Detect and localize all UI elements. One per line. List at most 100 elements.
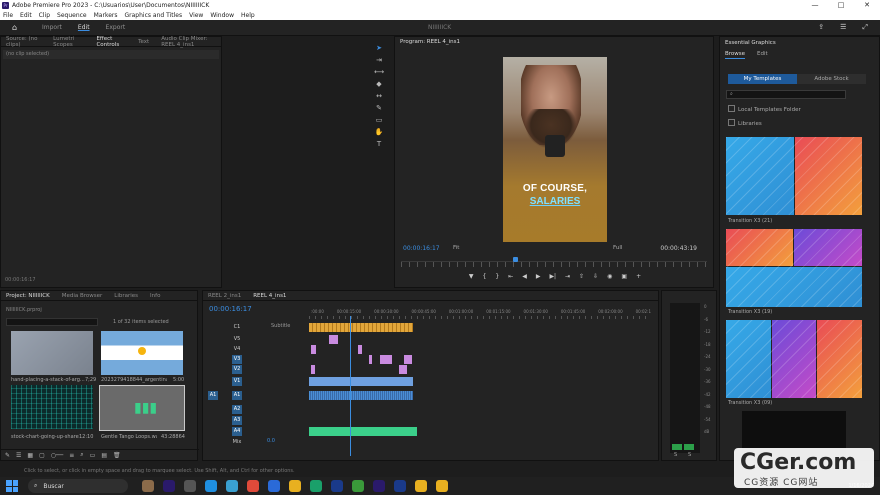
step-forward-icon[interactable]: ▶| <box>549 273 556 280</box>
program-video-frame[interactable]: OF COURSE, SALARIES <box>503 57 607 242</box>
quick-export-icon[interactable]: ⇪ <box>818 23 824 32</box>
new-item-icon[interactable]: ▤ <box>101 452 107 459</box>
write-lock-icon[interactable]: ✎ <box>5 452 10 459</box>
word-icon[interactable] <box>268 480 280 492</box>
tab-source[interactable]: Source: (no clips) <box>6 36 41 48</box>
tab-edit[interactable]: Edit <box>78 24 90 31</box>
video-clip[interactable] <box>358 345 362 354</box>
photoshop-icon[interactable] <box>331 480 343 492</box>
video-clip[interactable] <box>311 365 315 374</box>
audio-clip[interactable] <box>309 391 413 400</box>
track-label[interactable]: C1 <box>232 323 242 332</box>
slip-tool-icon[interactable]: ↔ <box>376 92 382 101</box>
step-back-icon[interactable]: ◀ <box>522 273 527 280</box>
track-label[interactable]: V5 <box>232 335 242 344</box>
add-button-icon[interactable]: + <box>636 273 641 280</box>
menu-graphics[interactable]: Graphics and Titles <box>125 12 183 19</box>
app-icon[interactable] <box>310 480 322 492</box>
menu-view[interactable]: View <box>189 12 203 19</box>
widgets-icon[interactable] <box>142 480 154 492</box>
project-search-input[interactable] <box>6 318 98 326</box>
tab-edit-graphics[interactable]: Edit <box>757 49 768 59</box>
program-time-ruler[interactable] <box>401 261 707 267</box>
clip-thumbnail[interactable] <box>101 331 183 375</box>
video-clip[interactable] <box>329 335 338 344</box>
video-clip[interactable] <box>380 355 392 364</box>
playback-resolution-dropdown[interactable]: Full <box>613 245 622 251</box>
menu-clip[interactable]: Clip <box>39 12 50 19</box>
solo-left-button[interactable]: S <box>674 452 677 458</box>
tab-browse[interactable]: Browse <box>725 49 746 59</box>
menu-help[interactable]: Help <box>241 12 255 19</box>
music-clip[interactable] <box>309 427 417 436</box>
find-icon[interactable]: ⌕ <box>80 451 83 459</box>
tab-text[interactable]: Text <box>138 39 149 45</box>
fullscreen-icon[interactable]: ⤢ <box>862 23 868 32</box>
workspaces-icon[interactable]: ☰ <box>840 23 846 32</box>
timeline-ruler[interactable] <box>309 316 651 319</box>
tab-audio-clip-mixer[interactable]: Audio Clip Mixer: REEL 4_ins1 <box>161 36 221 48</box>
premiere-taskbar-icon[interactable] <box>163 480 175 492</box>
icon-view-icon[interactable]: ▦ <box>27 452 33 459</box>
mark-out-icon[interactable]: } <box>495 273 499 280</box>
track-label[interactable]: V4 <box>232 345 242 354</box>
mix-value[interactable]: 0.0 <box>267 438 275 444</box>
tab-project[interactable]: Project: NIIIIIICK <box>6 293 50 299</box>
list-view-icon[interactable]: ☰ <box>16 452 21 459</box>
photoshop-icon[interactable] <box>394 480 406 492</box>
program-current-timecode[interactable]: 00:00:16:17 <box>403 245 440 252</box>
rectangle-tool-icon[interactable]: ▭ <box>376 116 383 125</box>
tab-sequence-reel-4[interactable]: REEL 4_ins1 <box>253 293 286 299</box>
razor-tool-icon[interactable]: ◆ <box>376 80 381 89</box>
file-explorer-icon[interactable] <box>184 480 196 492</box>
track-label[interactable]: A2 <box>232 405 242 414</box>
app-icon[interactable] <box>352 480 364 492</box>
tab-info[interactable]: Info <box>150 293 160 299</box>
source-patch-a1[interactable]: A1 <box>208 391 218 400</box>
timeline-timecode[interactable]: 00:00:16:17 <box>209 305 252 313</box>
tab-lumetri-scopes[interactable]: Lumetri Scopes <box>53 36 84 48</box>
libraries-checkbox[interactable]: Libraries <box>728 119 762 127</box>
edge-icon[interactable] <box>205 480 217 492</box>
timeline-playhead[interactable] <box>350 316 351 456</box>
media-encoder-icon[interactable] <box>373 480 385 492</box>
mail-icon[interactable] <box>226 480 238 492</box>
adobe-stock-button[interactable]: Adobe Stock <box>797 74 866 84</box>
video-clip[interactable] <box>399 365 407 374</box>
menu-window[interactable]: Window <box>210 12 234 19</box>
tab-libraries[interactable]: Libraries <box>114 293 138 299</box>
menu-markers[interactable]: Markers <box>94 12 118 19</box>
new-bin-icon[interactable]: ▭ <box>90 452 96 459</box>
extract-icon[interactable]: ⇩ <box>593 273 598 280</box>
zoom-fit-dropdown[interactable]: Fit <box>453 245 459 251</box>
track-label[interactable]: V1 <box>232 377 242 386</box>
comparison-view-icon[interactable]: ▣ <box>621 273 627 280</box>
play-icon[interactable]: ▶ <box>536 273 541 280</box>
zoom-slider[interactable]: ○── <box>51 452 63 459</box>
tab-sequence-reel-2[interactable]: REEL 2_ins1 <box>208 293 241 299</box>
templates-search-input[interactable]: ⌕ <box>726 90 846 99</box>
chrome-icon[interactable] <box>415 480 427 492</box>
taskbar-search[interactable]: ⌕ Buscar <box>28 479 128 493</box>
solo-right-button[interactable]: S <box>688 452 691 458</box>
tab-media-browser[interactable]: Media Browser <box>62 293 103 299</box>
subtitle-clip[interactable] <box>309 323 413 332</box>
windows-start-icon[interactable] <box>6 480 18 492</box>
opera-icon[interactable] <box>247 480 259 492</box>
track-label[interactable]: A3 <box>232 416 242 425</box>
template-thumbnail[interactable] <box>726 137 862 215</box>
template-thumbnail[interactable] <box>726 320 862 398</box>
video-clip[interactable] <box>404 355 412 364</box>
video-clip[interactable] <box>311 345 316 354</box>
template-thumbnail[interactable] <box>726 229 862 307</box>
mark-in-icon[interactable]: { <box>483 273 487 280</box>
maximize-button[interactable]: □ <box>828 0 854 10</box>
close-button[interactable]: ✕ <box>854 0 880 10</box>
local-templates-checkbox[interactable]: Local Templates Folder <box>728 105 801 113</box>
track-label[interactable]: A1 <box>232 391 242 400</box>
sort-icon[interactable]: ≡ <box>69 452 74 459</box>
clip-thumbnail[interactable]: ▮▮▮ <box>99 385 185 431</box>
track-label[interactable]: V2 <box>232 365 242 374</box>
my-templates-button[interactable]: My Templates <box>728 74 797 84</box>
chrome-icon[interactable] <box>436 480 448 492</box>
